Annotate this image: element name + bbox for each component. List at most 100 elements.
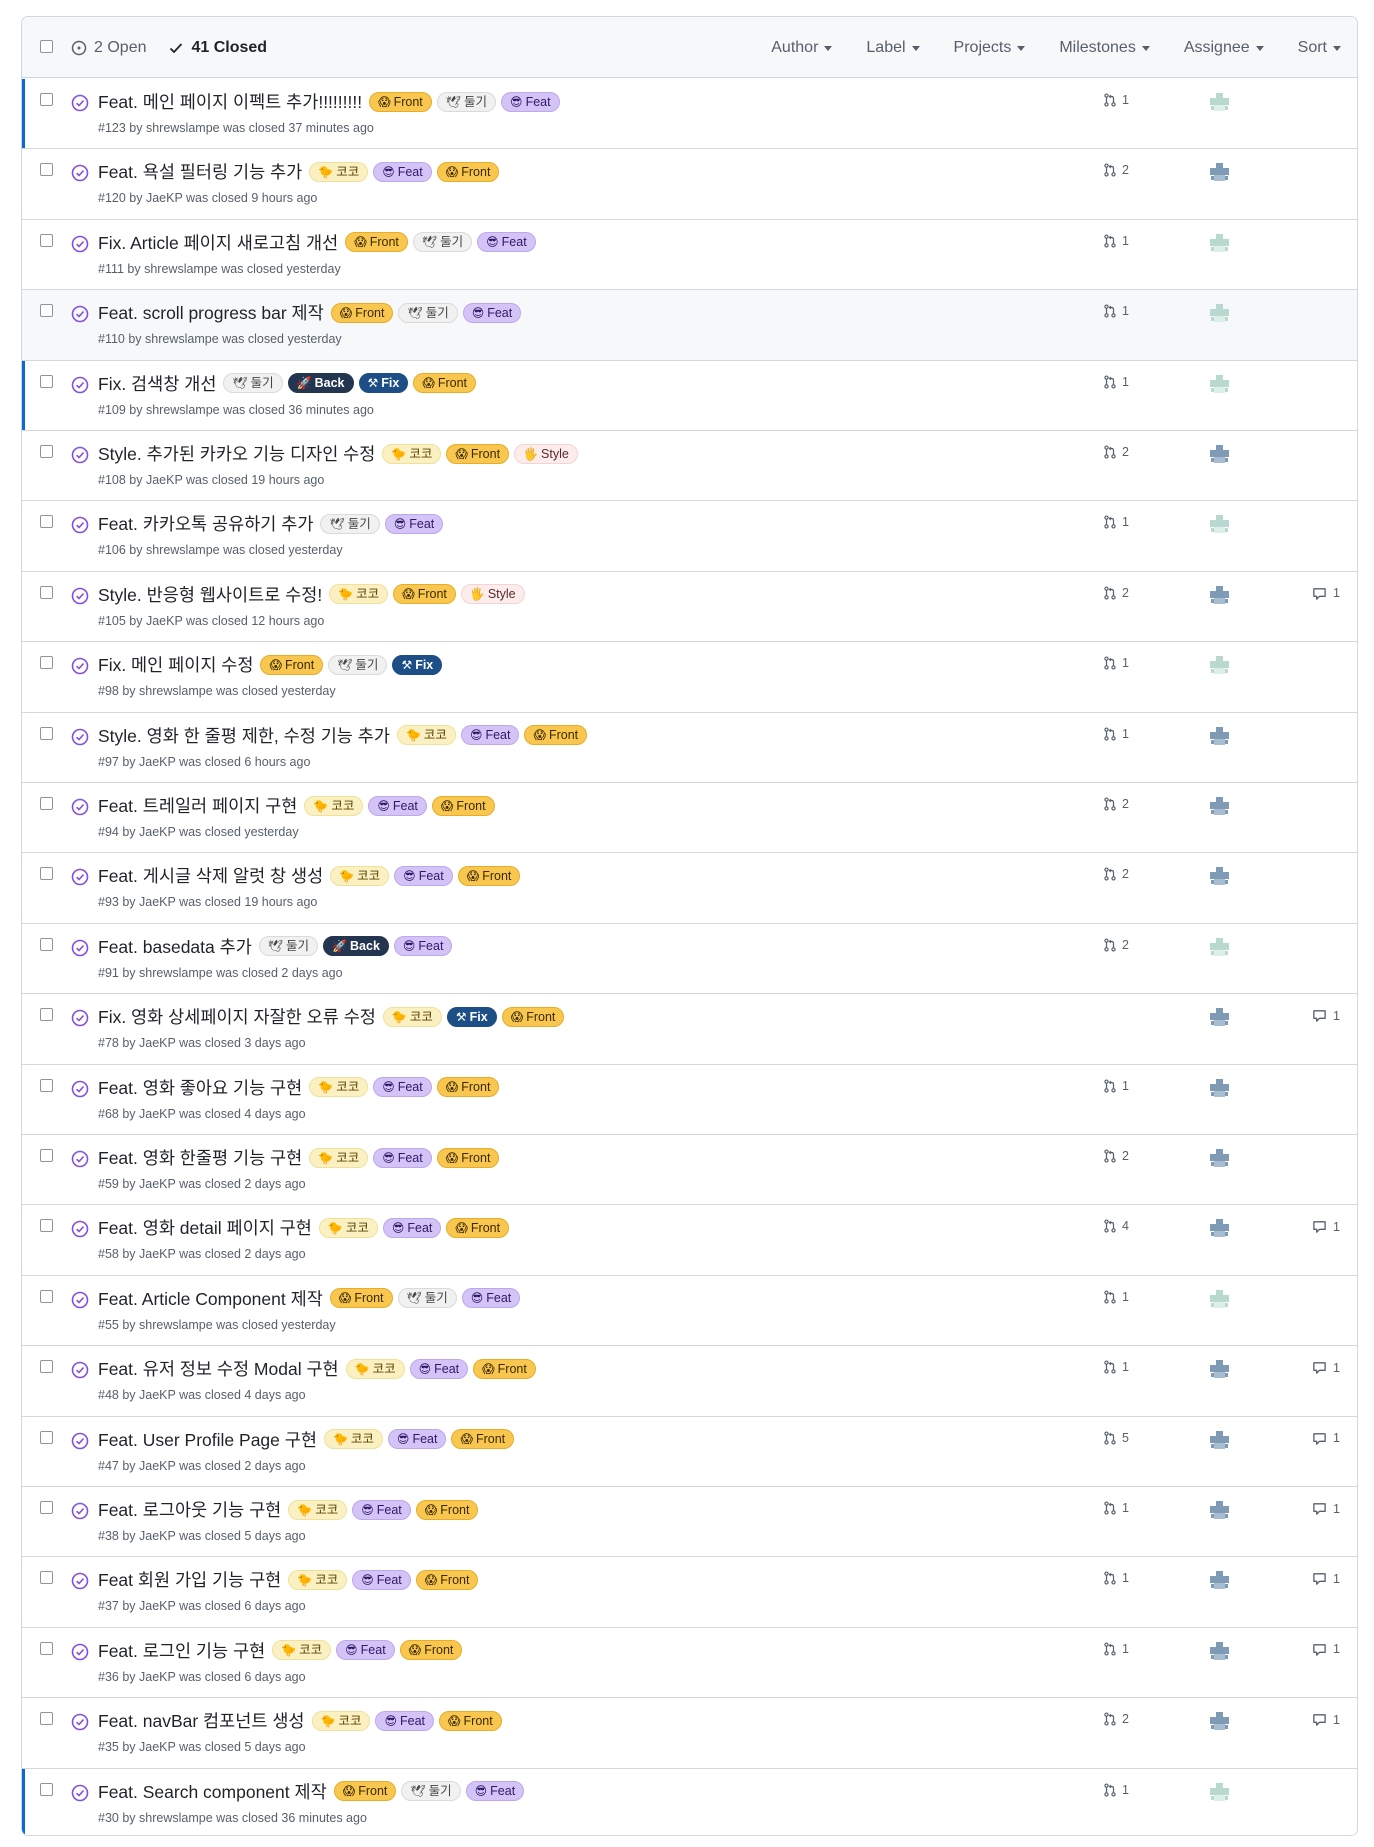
assignee-avatar[interactable] xyxy=(1209,1570,1230,1591)
label-feat[interactable]: 😎 Feat xyxy=(373,1147,432,1168)
label-dulgi[interactable]: 🕊 둘기 xyxy=(258,936,319,957)
label-fix[interactable]: ⚒ Fix xyxy=(358,373,409,394)
issue-row[interactable]: Feat. User Profile Page 구현 🐤 코코 😎 Feat 😱 Front… xyxy=(22,1416,1357,1487)
label-feat[interactable]: 😎 Feat xyxy=(394,865,453,886)
linked-pr-count[interactable]: 5 xyxy=(1103,1431,1129,1445)
sort-filter[interactable]: Sort xyxy=(1281,39,1357,57)
issue-checkbox[interactable] xyxy=(40,1501,53,1514)
label-coco[interactable]: 🐤 코코 xyxy=(309,1147,369,1168)
label-front[interactable]: 😱 Front xyxy=(446,443,510,464)
issue-checkbox[interactable] xyxy=(40,1782,53,1796)
label-style[interactable]: 🖐 Style xyxy=(460,584,525,605)
open-issues-tab[interactable]: 2 Open xyxy=(71,39,146,57)
issue-checkbox[interactable] xyxy=(40,726,53,740)
issue-title-link[interactable]: Fix. Article 페이지 새로고침 개선 xyxy=(98,230,338,255)
label-feat[interactable]: 😎 Feat xyxy=(384,513,444,534)
issue-checkbox[interactable] xyxy=(40,1078,53,1092)
issue-title-link[interactable]: Feat 회원 가입 기능 구현 xyxy=(98,1567,281,1592)
issue-row[interactable]: Fix. 검색창 개선 🕊 둘기 🚀 Back ⚒ Fix 😱 Front #109 by shr… xyxy=(22,360,1357,431)
label-coco[interactable]: 🐤 코코 xyxy=(272,1640,332,1661)
issue-title-link[interactable]: Feat. 영화 한줄평 기능 구현 xyxy=(98,1145,302,1170)
assignee-avatar[interactable] xyxy=(1209,92,1230,113)
issue-checkbox[interactable] xyxy=(40,1430,53,1444)
issue-row[interactable]: Feat. 게시글 삭제 알럿 창 생성 🐤 코코 😎 Feat 😱 Front #93 by… xyxy=(22,853,1357,924)
linked-pr-count[interactable]: 1 xyxy=(1103,656,1129,670)
label-feat[interactable]: 😎 Feat xyxy=(382,1217,442,1238)
comment-count[interactable]: 1 xyxy=(1312,1642,1340,1657)
label-front[interactable]: 😱 Front xyxy=(436,1077,500,1098)
label-feat[interactable]: 😎 Feat xyxy=(460,725,520,746)
issue-row[interactable]: Feat. 로그인 기능 구현 🐤 코코 😎 Feat 😱 Front #36 by JaeK… xyxy=(22,1627,1357,1699)
issue-checkbox[interactable] xyxy=(40,1360,53,1374)
issue-row[interactable]: Fix. 영화 상세페이지 자잘한 오류 수정 🐤 코코 ⚒ Fix 😱 Front #78 … xyxy=(22,994,1357,1065)
issue-checkbox[interactable] xyxy=(40,1571,53,1585)
linked-pr-count[interactable]: 2 xyxy=(1103,163,1129,177)
assignee-avatar[interactable] xyxy=(1209,303,1230,324)
issue-checkbox[interactable] xyxy=(40,656,53,670)
label-dulgi[interactable]: 🕊 둘기 xyxy=(401,1781,461,1802)
assignee-avatar[interactable] xyxy=(1209,1007,1230,1028)
label-feat[interactable]: 😎 Feat xyxy=(501,91,560,112)
comment-count[interactable]: 1 xyxy=(1312,1219,1340,1234)
label-feat[interactable]: 😎 Feat xyxy=(462,302,522,323)
assignee-avatar[interactable] xyxy=(1209,655,1230,676)
label-filter[interactable]: Label xyxy=(849,39,936,57)
linked-pr-count[interactable]: 2 xyxy=(1103,445,1129,459)
label-coco[interactable]: 🐤 코코 xyxy=(329,584,389,605)
label-front[interactable]: 😱 Front xyxy=(413,373,477,394)
label-coco[interactable]: 🐤 코코 xyxy=(304,795,364,816)
assignee-avatar[interactable] xyxy=(1209,866,1230,887)
issue-row[interactable]: Style. 추가된 카카오 기능 디자인 수정 🐤 코코 😱 Front 🖐 Style #… xyxy=(22,431,1357,502)
label-front[interactable]: 😱 Front xyxy=(399,1640,463,1661)
issue-row[interactable]: Feat. 영화 한줄평 기능 구현 🐤 코코 😎 Feat 😱 Front #59 by J… xyxy=(22,1135,1357,1206)
linked-pr-count[interactable]: 1 xyxy=(1103,93,1129,107)
label-front[interactable]: 😱 Front xyxy=(330,302,394,323)
issue-row[interactable]: Feat. 영화 좋아요 기능 구현 🐤 코코 😎 Feat 😱 Front #68 by J… xyxy=(22,1064,1357,1135)
label-dulgi[interactable]: 🕊 둘기 xyxy=(320,513,380,534)
linked-pr-count[interactable]: 1 xyxy=(1103,515,1129,529)
issue-row[interactable]: Feat. scroll progress bar 제작 😱 Front 🕊 둘기 😎 Fe… xyxy=(22,290,1357,361)
issue-checkbox[interactable] xyxy=(40,797,53,810)
assignee-avatar[interactable] xyxy=(1209,1148,1230,1169)
comment-count[interactable]: 1 xyxy=(1312,1712,1340,1727)
label-dulgi[interactable]: 🕊 둘기 xyxy=(397,1288,457,1309)
linked-pr-count[interactable]: 1 xyxy=(1103,1571,1129,1585)
issue-row[interactable]: Fix. Article 페이지 새로고침 개선 😱 Front 🕊 둘기 😎 Feat #1… xyxy=(22,219,1357,291)
issue-row[interactable]: Feat. basedata 추가 🕊 둘기 🚀 Back 😎 Feat #91 by shr… xyxy=(22,923,1357,995)
assignee-avatar[interactable] xyxy=(1209,233,1230,254)
label-style[interactable]: 🖐 Style xyxy=(514,443,578,464)
label-coco[interactable]: 🐤 코코 xyxy=(288,1569,348,1590)
issue-checkbox[interactable] xyxy=(40,1149,53,1162)
comment-count[interactable]: 1 xyxy=(1312,1431,1340,1446)
assignee-avatar[interactable] xyxy=(1209,1782,1230,1803)
issue-row[interactable]: Feat. Article Component 제작 😱 Front 🕊 둘기 😎 Feat… xyxy=(22,1275,1357,1347)
label-front[interactable]: 😱 Front xyxy=(393,584,456,605)
label-front[interactable]: 😱 Front xyxy=(415,1499,479,1520)
issue-checkbox[interactable] xyxy=(40,937,53,951)
issue-row[interactable]: Feat. 유저 정보 수정 Modal 구현 🐤 코코 😎 Feat 😱 Front #48… xyxy=(22,1346,1357,1417)
label-front[interactable]: 😱 Front xyxy=(436,1147,500,1168)
issue-title-link[interactable]: Feat. 유저 정보 수정 Modal 구현 xyxy=(98,1356,339,1381)
issue-title-link[interactable]: Feat. User Profile Page 구현 xyxy=(98,1427,317,1452)
assignee-filter[interactable]: Assignee xyxy=(1167,39,1281,57)
assignee-avatar[interactable] xyxy=(1209,1641,1230,1662)
author-filter[interactable]: Author xyxy=(754,39,849,57)
issue-row[interactable]: Feat. 트레일러 페이지 구현 🐤 코코 😎 Feat 😱 Front #94 by Ja… xyxy=(22,783,1357,854)
label-coco[interactable]: 🐤 코코 xyxy=(382,443,442,464)
issue-title-link[interactable]: Style. 영화 한 줄평 제한, 수정 기능 추가 xyxy=(98,723,390,748)
projects-filter[interactable]: Projects xyxy=(937,39,1043,57)
label-front[interactable]: 😱 Front xyxy=(431,795,495,816)
issue-title-link[interactable]: Feat. 영화 detail 페이지 구현 xyxy=(98,1215,312,1240)
issue-checkbox[interactable] xyxy=(40,1641,53,1655)
issue-row[interactable]: Feat 회원 가입 기능 구현 🐤 코코 😎 Feat 😱 Front #37 by Jae… xyxy=(22,1557,1357,1628)
assignee-avatar[interactable] xyxy=(1209,1711,1230,1732)
assignee-avatar[interactable] xyxy=(1209,1289,1230,1310)
label-feat[interactable]: 😎 Feat xyxy=(352,1569,411,1590)
issue-row[interactable]: Feat. navBar 컴포넌트 생성 🐤 코코 😎 Feat 😱 Front #35 by… xyxy=(22,1698,1357,1769)
linked-pr-count[interactable]: 1 xyxy=(1103,1783,1129,1797)
label-front[interactable]: 😱 Front xyxy=(524,725,588,746)
assignee-avatar[interactable] xyxy=(1209,374,1230,395)
linked-pr-count[interactable]: 4 xyxy=(1103,1219,1129,1233)
label-dulgi[interactable]: 🕊 둘기 xyxy=(328,654,388,675)
linked-pr-count[interactable]: 2 xyxy=(1103,797,1129,811)
